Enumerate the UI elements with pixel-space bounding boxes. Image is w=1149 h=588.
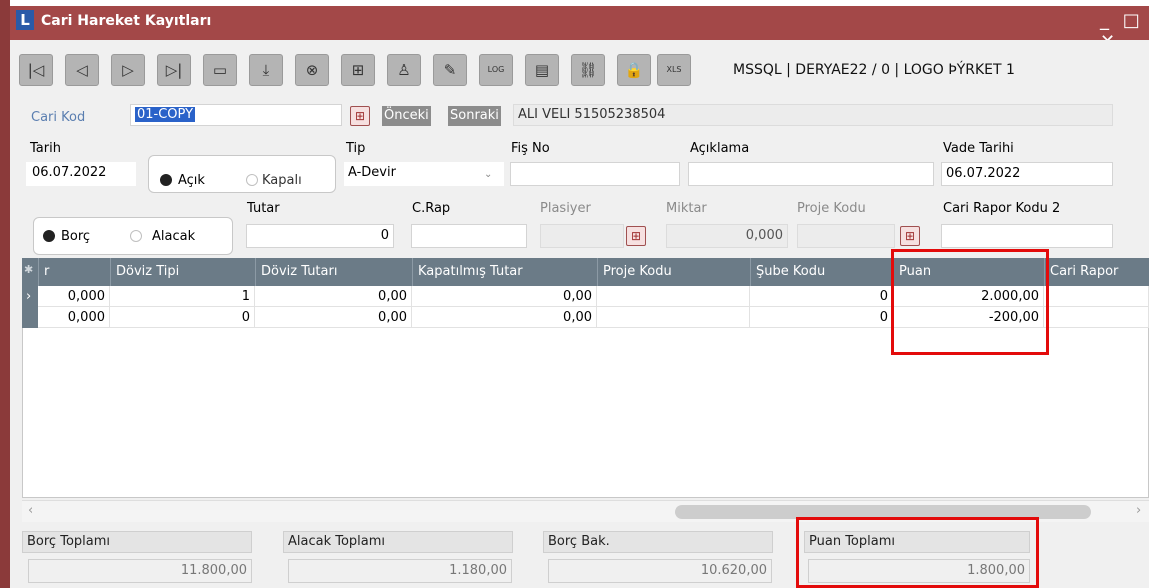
- cari-rapor-kodu2-input[interactable]: [941, 224, 1113, 248]
- tip-label: Tip: [346, 141, 366, 156]
- alacak-toplami-value: 1.180,00: [288, 559, 512, 583]
- prev-record-icon[interactable]: ◁: [65, 54, 99, 86]
- borc-toplami-value: 11.800,00: [28, 559, 252, 583]
- table-cell[interactable]: 0,00: [255, 307, 412, 328]
- proje-kodu-label: Proje Kodu: [797, 201, 866, 216]
- cari-name-field: ALI VELI 51505238504: [513, 104, 1113, 126]
- tarih-label: Tarih: [30, 141, 61, 156]
- plasiyer-label: Plasiyer: [540, 201, 591, 216]
- table-cell[interactable]: 0: [750, 307, 893, 328]
- borc-radio[interactable]: [43, 230, 55, 242]
- puan-column-highlight: [891, 249, 1049, 355]
- scroll-left-icon[interactable]: ‹: [28, 503, 33, 518]
- borc-toplami-label: Borç Toplamı: [22, 531, 252, 553]
- crap-label: C.Rap: [412, 201, 451, 216]
- db-info-label: MSSQL | DERYAE22 / 0 | LOGO ÞÝRKET 1: [733, 62, 1015, 78]
- window-title: Cari Hareket Kayıtları: [41, 13, 212, 29]
- fis-no-label: Fiş No: [511, 141, 550, 156]
- borc-bak-label: Borç Bak.: [543, 531, 773, 553]
- first-record-icon[interactable]: |◁: [19, 54, 53, 86]
- user-icon[interactable]: ♙: [387, 54, 421, 86]
- tarih-input[interactable]: 06.07.2022: [26, 162, 136, 186]
- edit-icon[interactable]: ✎: [433, 54, 467, 86]
- acik-kapali-group: [148, 155, 336, 193]
- table-cell[interactable]: 0,00: [412, 307, 597, 328]
- table-cell[interactable]: [1044, 307, 1149, 328]
- alacak-toplami-label: Alacak Toplamı: [283, 531, 513, 553]
- table-cell[interactable]: 0,00: [412, 286, 597, 307]
- link-icon[interactable]: ⛓: [571, 54, 605, 86]
- plasiyer-input: [540, 224, 624, 248]
- browse-icon[interactable]: ▭: [203, 54, 237, 86]
- scroll-right-icon[interactable]: ›: [1136, 503, 1141, 518]
- crap-input[interactable]: [411, 224, 527, 248]
- table-cell[interactable]: [597, 286, 750, 307]
- proje-lookup-icon[interactable]: ⊞: [900, 226, 920, 246]
- proje-kodu-input: [797, 224, 895, 248]
- column-header[interactable]: Cari Rapor: [1044, 258, 1149, 286]
- cari-kod-input[interactable]: 01-COPY: [130, 104, 342, 126]
- table-cell[interactable]: 0: [750, 286, 893, 307]
- kapali-label: Kapalı: [262, 173, 302, 188]
- acik-radio[interactable]: [160, 174, 172, 186]
- table-cell[interactable]: [1044, 286, 1149, 307]
- current-row-icon: ›: [26, 289, 32, 304]
- acik-label: Açık: [178, 173, 205, 188]
- vade-tarihi-input[interactable]: 06.07.2022: [941, 162, 1113, 186]
- xls-icon[interactable]: XLS: [657, 54, 691, 86]
- cari-kod-label: Cari Kod: [31, 110, 86, 125]
- window-left-border: [0, 0, 10, 588]
- table-cell[interactable]: 0,00: [255, 286, 412, 307]
- table-cell[interactable]: 0,000: [38, 286, 110, 307]
- plasiyer-lookup-icon[interactable]: ⊞: [626, 226, 646, 246]
- alacak-label: Alacak: [152, 229, 196, 244]
- table-cell[interactable]: [597, 307, 750, 328]
- aciklama-label: Açıklama: [690, 141, 750, 156]
- aciklama-input[interactable]: [688, 162, 934, 186]
- logo-icon: L: [16, 10, 34, 30]
- grid-settings-icon[interactable]: ✱: [24, 263, 33, 276]
- document-icon[interactable]: ▤: [525, 54, 559, 86]
- column-header[interactable]: Proje Kodu: [597, 258, 750, 286]
- table-cell[interactable]: 0: [110, 307, 255, 328]
- download-icon[interactable]: ⤓: [249, 54, 283, 86]
- onceki-button[interactable]: Önceki: [382, 106, 431, 126]
- new-icon[interactable]: ⊞: [341, 54, 375, 86]
- column-header[interactable]: Döviz Tutarı: [255, 258, 412, 286]
- column-header[interactable]: Şube Kodu: [750, 258, 893, 286]
- cari-kod-value: 01-COPY: [135, 107, 196, 122]
- log-icon[interactable]: LOG: [479, 54, 513, 86]
- cancel-icon[interactable]: ⊗: [295, 54, 329, 86]
- tutar-label: Tutar: [247, 201, 280, 216]
- borc-bak-value: 10.620,00: [548, 559, 772, 583]
- table-cell[interactable]: 1: [110, 286, 255, 307]
- vade-tarihi-label: Vade Tarihi: [943, 141, 1014, 156]
- chevron-down-icon: ⌄: [484, 169, 493, 180]
- table-cell[interactable]: 0,000: [38, 307, 110, 328]
- alacak-radio[interactable]: [130, 230, 142, 242]
- column-header[interactable]: r: [38, 258, 110, 286]
- tip-value: A-Devir: [348, 165, 396, 180]
- next-record-icon[interactable]: ▷: [111, 54, 145, 86]
- column-header[interactable]: Döviz Tipi: [110, 258, 255, 286]
- fis-no-input[interactable]: [510, 162, 680, 186]
- cari-lookup-icon[interactable]: ⊞: [350, 106, 370, 126]
- miktar-label: Miktar: [666, 201, 707, 216]
- miktar-input: 0,000: [666, 224, 788, 248]
- borc-label: Borç: [61, 229, 91, 244]
- tutar-input[interactable]: 0: [246, 224, 394, 248]
- lock-icon[interactable]: 🔒: [617, 54, 651, 86]
- puan-toplami-highlight: [796, 517, 1039, 588]
- column-header[interactable]: Kapatılmış Tutar: [412, 258, 597, 286]
- cari-rapor-kodu2-label: Cari Rapor Kodu 2: [943, 201, 1061, 216]
- sonraki-button[interactable]: Sonraki: [448, 106, 501, 126]
- last-record-icon[interactable]: ▷|: [157, 54, 191, 86]
- kapali-radio[interactable]: [246, 174, 258, 186]
- tip-select[interactable]: A-Devir ⌄: [344, 162, 504, 186]
